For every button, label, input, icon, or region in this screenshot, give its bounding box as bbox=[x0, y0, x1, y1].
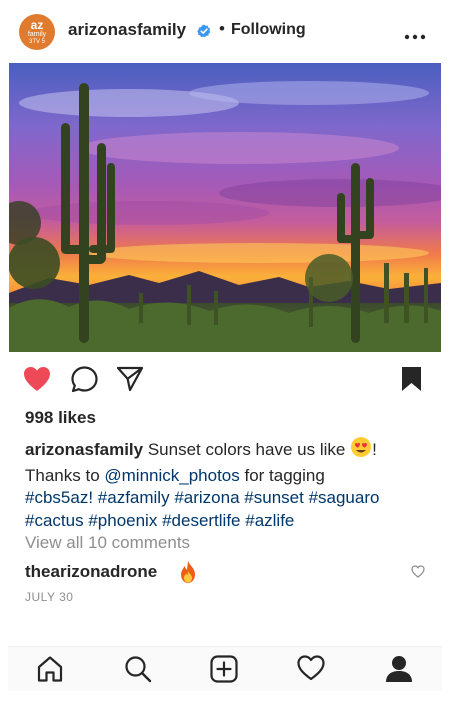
mention-link[interactable]: @minnick_photos bbox=[104, 466, 239, 485]
add-post-icon[interactable] bbox=[210, 655, 238, 688]
following-button[interactable]: Following bbox=[231, 21, 306, 39]
home-icon[interactable] bbox=[36, 655, 64, 688]
caption-text-3: for tagging bbox=[239, 465, 325, 485]
view-all-comments-link[interactable]: View all 10 comments bbox=[25, 533, 190, 553]
search-icon[interactable] bbox=[124, 655, 152, 688]
post-photo[interactable] bbox=[0, 63, 450, 352]
hashtag-link[interactable]: #arizona bbox=[174, 488, 239, 507]
verified-badge-icon bbox=[197, 24, 211, 43]
comment-icon[interactable] bbox=[71, 366, 98, 398]
activity-heart-icon[interactable] bbox=[297, 655, 325, 686]
hashtag-link[interactable]: #sunset bbox=[244, 488, 304, 507]
avatar-text-channel: 3TV 5 bbox=[28, 39, 45, 45]
avatar[interactable]: az family 3TV 5 bbox=[19, 14, 55, 50]
post-actions bbox=[0, 362, 450, 398]
post-caption: arizonasfamily Sunset colors have us lik… bbox=[25, 436, 435, 532]
likes-count[interactable]: 998 likes bbox=[25, 408, 96, 428]
hashtag-link[interactable]: #phoenix bbox=[88, 511, 157, 530]
hashtag-link[interactable]: #azlife bbox=[245, 511, 294, 530]
fire-emoji-icon bbox=[177, 560, 199, 589]
hashtag-link[interactable]: #desertlife bbox=[162, 511, 240, 530]
post-header: az family 3TV 5 arizonasfamily • Followi… bbox=[0, 0, 450, 62]
comment-username[interactable]: thearizonadrone bbox=[25, 562, 157, 582]
heart-eyes-emoji-icon bbox=[350, 436, 372, 465]
caption-text-1: Sunset colors have us like bbox=[143, 440, 351, 459]
hashtag-link[interactable]: #cactus bbox=[25, 511, 84, 530]
post-date: JULY 30 bbox=[25, 590, 74, 604]
bottom-tab-bar bbox=[8, 646, 442, 691]
separator-dot: • bbox=[219, 19, 225, 38]
like-heart-icon[interactable] bbox=[23, 366, 51, 397]
share-icon[interactable] bbox=[116, 366, 144, 397]
hashtag-link[interactable]: #cbs5az! bbox=[25, 488, 93, 507]
more-options-icon[interactable] bbox=[404, 27, 426, 45]
avatar-text-az: az bbox=[30, 18, 44, 32]
hashtag-link[interactable]: #azfamily bbox=[98, 488, 170, 507]
comment-like-heart-icon[interactable] bbox=[411, 565, 425, 583]
bookmark-icon[interactable] bbox=[401, 366, 422, 397]
caption-username[interactable]: arizonasfamily bbox=[25, 440, 143, 459]
avatar-text-family: family bbox=[27, 31, 47, 38]
profile-icon[interactable] bbox=[385, 655, 413, 688]
username-link[interactable]: arizonasfamily bbox=[68, 20, 186, 40]
hashtag-link[interactable]: #saguaro bbox=[309, 488, 380, 507]
